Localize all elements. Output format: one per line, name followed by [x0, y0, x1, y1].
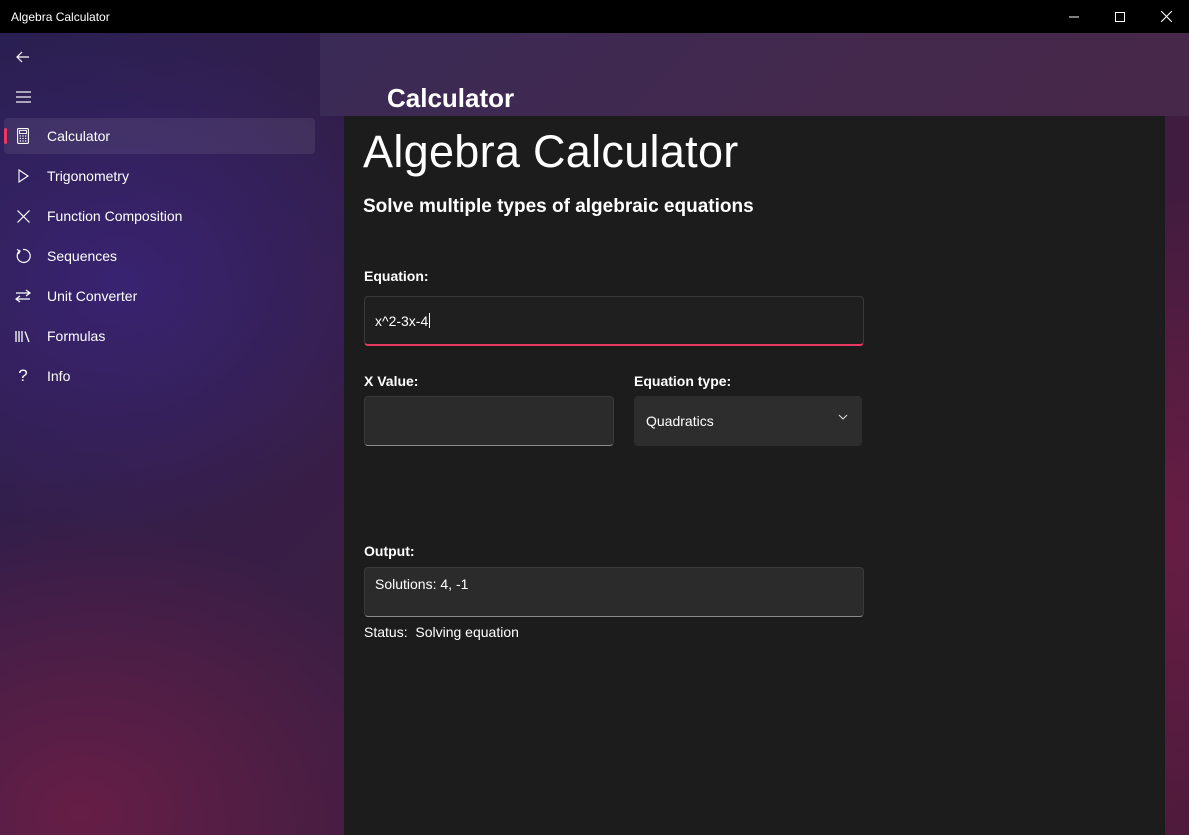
window-controls: [1051, 0, 1189, 33]
status-line: Status: Solving equation: [364, 624, 519, 640]
back-arrow-icon: [16, 51, 29, 63]
hamburger-menu-button[interactable]: [6, 80, 40, 114]
refresh-icon: [4, 248, 42, 264]
nav-label: Info: [47, 368, 71, 384]
swap-arrows-icon: [4, 289, 42, 303]
x-value-label: X Value:: [364, 373, 419, 389]
equation-type-selected: Quadratics: [646, 413, 714, 429]
calculator-panel: Algebra Calculator Solve multiple types …: [344, 116, 1165, 835]
nav-item-info[interactable]: ? Info: [4, 358, 315, 394]
output-label: Output:: [364, 543, 415, 559]
equation-value: x^2-3x-4: [375, 312, 429, 329]
close-icon: [1160, 11, 1172, 22]
output-box[interactable]: Solutions: 4, -1: [364, 567, 864, 617]
library-icon: [4, 330, 42, 343]
page-header: Calculator: [320, 33, 1189, 116]
nav-label: Formulas: [47, 328, 106, 344]
equation-input[interactable]: x^2-3x-4: [364, 296, 864, 346]
calculator-icon: [4, 128, 42, 144]
equation-type-dropdown[interactable]: Quadratics: [634, 396, 862, 446]
x-mark-icon: [4, 209, 42, 223]
app-heading: Algebra Calculator: [363, 126, 739, 177]
triangle-play-icon: [4, 169, 42, 183]
output-value: Solutions: 4, -1: [375, 576, 469, 592]
nav-label: Unit Converter: [47, 288, 138, 304]
nav-label: Trigonometry: [47, 168, 129, 184]
app-subtitle: Solve multiple types of algebraic equati…: [363, 196, 754, 217]
back-button[interactable]: [6, 40, 40, 74]
nav-label: Sequences: [47, 248, 118, 264]
title-bar: Algebra Calculator: [0, 0, 1189, 33]
maximize-button[interactable]: [1097, 0, 1143, 33]
status-value: Solving equation: [415, 624, 519, 640]
navigation-pane: Calculator Trigonometry Function Composi…: [0, 33, 320, 835]
nav-item-formulas[interactable]: Formulas: [4, 318, 315, 354]
text-caret: [429, 313, 431, 328]
x-value-input[interactable]: [364, 396, 614, 446]
nav-label: Function Composition: [47, 208, 183, 224]
nav-item-sequences[interactable]: Sequences: [4, 238, 315, 274]
hamburger-icon: [15, 91, 31, 103]
page-title: Calculator: [387, 83, 515, 113]
nav-item-calculator[interactable]: Calculator: [4, 118, 315, 154]
question-icon: ?: [18, 366, 28, 385]
equation-label: Equation:: [364, 268, 429, 284]
chevron-down-icon: [838, 414, 848, 420]
equation-type-label: Equation type:: [634, 373, 732, 389]
nav-item-function-composition[interactable]: Function Composition: [4, 198, 315, 234]
window-title: Algebra Calculator: [11, 9, 110, 24]
nav-label: Calculator: [47, 128, 111, 144]
minimize-icon: [1069, 16, 1079, 17]
status-label: Status:: [364, 624, 408, 640]
close-button[interactable]: [1143, 0, 1189, 33]
maximize-icon: [1115, 11, 1125, 22]
nav-item-unit-converter[interactable]: Unit Converter: [4, 278, 315, 314]
nav-item-trigonometry[interactable]: Trigonometry: [4, 158, 315, 194]
minimize-button[interactable]: [1051, 0, 1097, 33]
nav-list: Calculator Trigonometry Function Composi…: [0, 118, 320, 398]
